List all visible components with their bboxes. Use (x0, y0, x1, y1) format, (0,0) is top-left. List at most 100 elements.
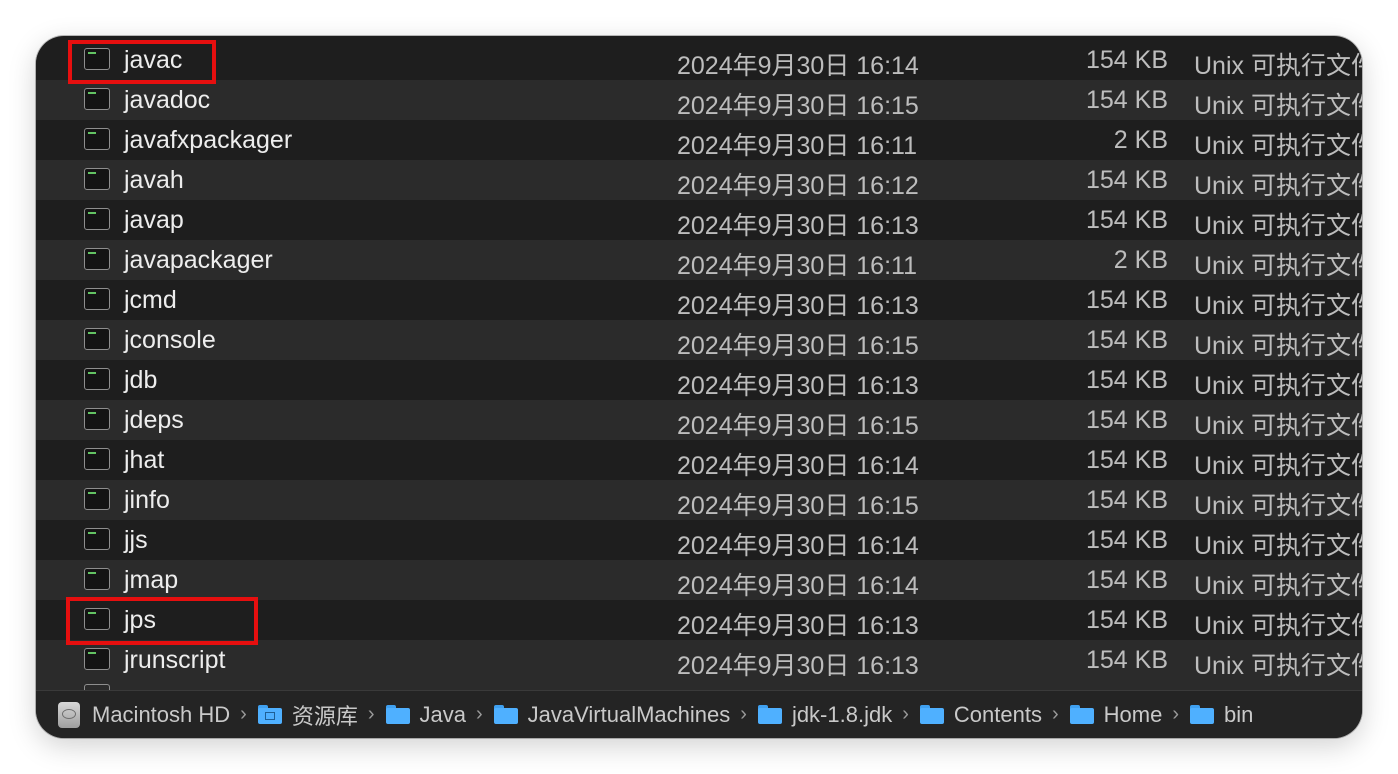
file-kind: Unix 可执行文件 (1194, 372, 1362, 400)
file-row-javadoc[interactable]: javadoc 2024年9月30日 16:15 154 KB Unix 可执行文件 (36, 80, 1362, 120)
file-size: 154 KB (1085, 286, 1168, 314)
library-folder-icon (257, 705, 282, 724)
file-kind: Unix 可执行文件 (1194, 452, 1362, 480)
file-name: javac (124, 46, 183, 74)
file-row-partial[interactable] (36, 680, 1362, 690)
file-list: javac 2024年9月30日 16:14 154 KB Unix 可执行文件 jav… (36, 40, 1362, 690)
file-row-javapackager[interactable]: javapackager 2024年9月30日 16:11 2 KB Unix 可执行… (36, 240, 1362, 280)
file-kind: Unix 可执行文件 (1194, 612, 1362, 640)
file-date-modified: 2024年9月30日 16:14 (677, 452, 919, 480)
file-date-modified: 2024年9月30日 16:11 (677, 252, 917, 280)
unix-executable-icon (84, 568, 110, 590)
file-row-jcmd[interactable]: jcmd 2024年9月30日 16:13 154 KB Unix 可执行文件 (36, 280, 1362, 320)
unix-executable-icon (84, 88, 110, 110)
folder-icon (385, 705, 410, 724)
file-name: jmap (124, 566, 179, 594)
path-crumb-label: Java (419, 701, 466, 727)
path-crumb-label: Contents (953, 701, 1042, 727)
unix-executable-icon (84, 648, 110, 670)
folder-icon (493, 705, 518, 724)
file-row-jconsole[interactable]: jconsole 2024年9月30日 16:15 154 KB Unix 可执行文件 (36, 320, 1362, 360)
file-row-javac[interactable]: javac 2024年9月30日 16:14 154 KB Unix 可执行文件 (36, 40, 1362, 80)
chevron-right-icon: › (367, 703, 375, 725)
unix-executable-icon (84, 328, 110, 350)
file-name: jcmd (124, 286, 177, 314)
chevron-right-icon: › (902, 703, 909, 725)
file-kind: Unix 可执行文件 (1194, 92, 1362, 120)
file-row-jhat[interactable]: jhat 2024年9月30日 16:14 154 KB Unix 可执行文件 (36, 440, 1362, 480)
chevron-right-icon: › (1172, 703, 1179, 725)
file-size: 154 KB (1085, 526, 1168, 554)
unix-executable-icon (84, 488, 110, 510)
path-crumb-5[interactable]: Contents › (919, 701, 1070, 728)
file-row-jps[interactable]: jps 2024年9月30日 16:13 154 KB Unix 可执行文件 (36, 600, 1362, 640)
file-row-jrunscript[interactable]: jrunscript 2024年9月30日 16:13 154 KB Unix 可执行… (36, 640, 1362, 680)
file-size: 154 KB (1085, 486, 1168, 514)
unix-executable-icon (84, 288, 110, 310)
file-name: jps (124, 606, 156, 634)
file-size: 154 KB (1085, 326, 1168, 354)
file-date-modified: 2024年9月30日 16:14 (677, 572, 919, 600)
unix-executable-icon (84, 608, 110, 630)
file-kind: Unix 可执行文件 (1194, 252, 1362, 280)
file-row-javap[interactable]: javap 2024年9月30日 16:13 154 KB Unix 可执行文件 (36, 200, 1362, 240)
file-size: 154 KB (1085, 406, 1168, 434)
file-size: 154 KB (1085, 446, 1168, 474)
unix-executable-icon (84, 528, 110, 550)
unix-executable-icon (84, 48, 110, 70)
file-kind: Unix 可执行文件 (1194, 492, 1362, 520)
path-crumb-0[interactable]: Macintosh HD › (58, 701, 258, 728)
path-crumb-label: jdk-1.8.jdk (791, 701, 893, 727)
unix-executable-icon (84, 128, 110, 150)
path-crumb-4[interactable]: jdk-1.8.jdk › (757, 701, 920, 728)
path-crumb-label: 资源库 (291, 703, 358, 729)
path-crumb-1[interactable]: 资源库 › (257, 699, 386, 731)
path-crumb-3[interactable]: JavaVirtualMachines › (493, 702, 758, 728)
file-name: javap (124, 206, 184, 234)
file-kind: Unix 可执行文件 (1194, 212, 1362, 240)
file-date-modified: 2024年9月30日 16:13 (677, 292, 919, 320)
folder-icon (757, 705, 782, 724)
path-crumb-2[interactable]: Java › (385, 701, 494, 728)
file-name: jinfo (124, 486, 170, 514)
file-name: javafxpackager (124, 126, 293, 154)
file-size: 2 KB (1113, 246, 1168, 274)
hard-drive-icon (58, 701, 80, 728)
file-row-jjs[interactable]: jjs 2024年9月30日 16:14 154 KB Unix 可执行文件 (36, 520, 1362, 560)
file-kind: Unix 可执行文件 (1194, 132, 1362, 160)
path-crumb-7[interactable]: bin (1189, 701, 1254, 728)
file-row-javah[interactable]: javah 2024年9月30日 16:12 154 KB Unix 可执行文件 (36, 160, 1362, 200)
unix-executable-icon (84, 208, 110, 230)
file-date-modified: 2024年9月30日 16:13 (677, 372, 919, 400)
file-name: jhat (124, 446, 165, 474)
folder-icon (1189, 705, 1214, 724)
file-name: jdeps (124, 406, 184, 434)
file-kind: Unix 可执行文件 (1194, 172, 1362, 200)
unix-executable-icon (84, 408, 110, 430)
file-date-modified: 2024年9月30日 16:12 (677, 172, 919, 200)
file-kind: Unix 可执行文件 (1194, 532, 1362, 560)
file-date-modified: 2024年9月30日 16:15 (677, 412, 919, 440)
path-crumb-6[interactable]: Home › (1069, 702, 1190, 728)
file-kind: Unix 可执行文件 (1194, 572, 1362, 600)
finder-window: javac 2024年9月30日 16:14 154 KB Unix 可执行文件 jav… (36, 36, 1362, 738)
file-size: 154 KB (1085, 206, 1168, 234)
chevron-right-icon: › (740, 703, 747, 725)
file-row-jmap[interactable]: jmap 2024年9月30日 16:14 154 KB Unix 可执行文件 (36, 560, 1362, 600)
file-kind: Unix 可执行文件 (1194, 412, 1362, 440)
file-size: 154 KB (1085, 566, 1168, 594)
file-row-jinfo[interactable]: jinfo 2024年9月30日 16:15 154 KB Unix 可执行文件 (36, 480, 1362, 520)
file-date-modified: 2024年9月30日 16:11 (677, 132, 917, 160)
path-bar: Macintosh HD › 资源库 › Java › JavaVirtualMachine… (36, 690, 1362, 738)
file-row-jdb[interactable]: jdb 2024年9月30日 16:13 154 KB Unix 可执行文件 (36, 360, 1362, 400)
path-crumb-label: bin (1223, 701, 1254, 727)
file-kind: Unix 可执行文件 (1194, 332, 1362, 360)
file-row-javafxpackager[interactable]: javafxpackager 2024年9月30日 16:11 2 KB Unix 可… (36, 120, 1362, 160)
file-row-jdeps[interactable]: jdeps 2024年9月30日 16:15 154 KB Unix 可执行文件 (36, 400, 1362, 440)
file-size: 154 KB (1085, 86, 1168, 114)
file-date-modified: 2024年9月30日 16:14 (677, 532, 919, 560)
file-size: 154 KB (1085, 366, 1168, 394)
file-kind: Unix 可执行文件 (1194, 52, 1362, 80)
file-name: jjs (124, 526, 148, 554)
file-date-modified: 2024年9月30日 16:14 (677, 52, 919, 80)
